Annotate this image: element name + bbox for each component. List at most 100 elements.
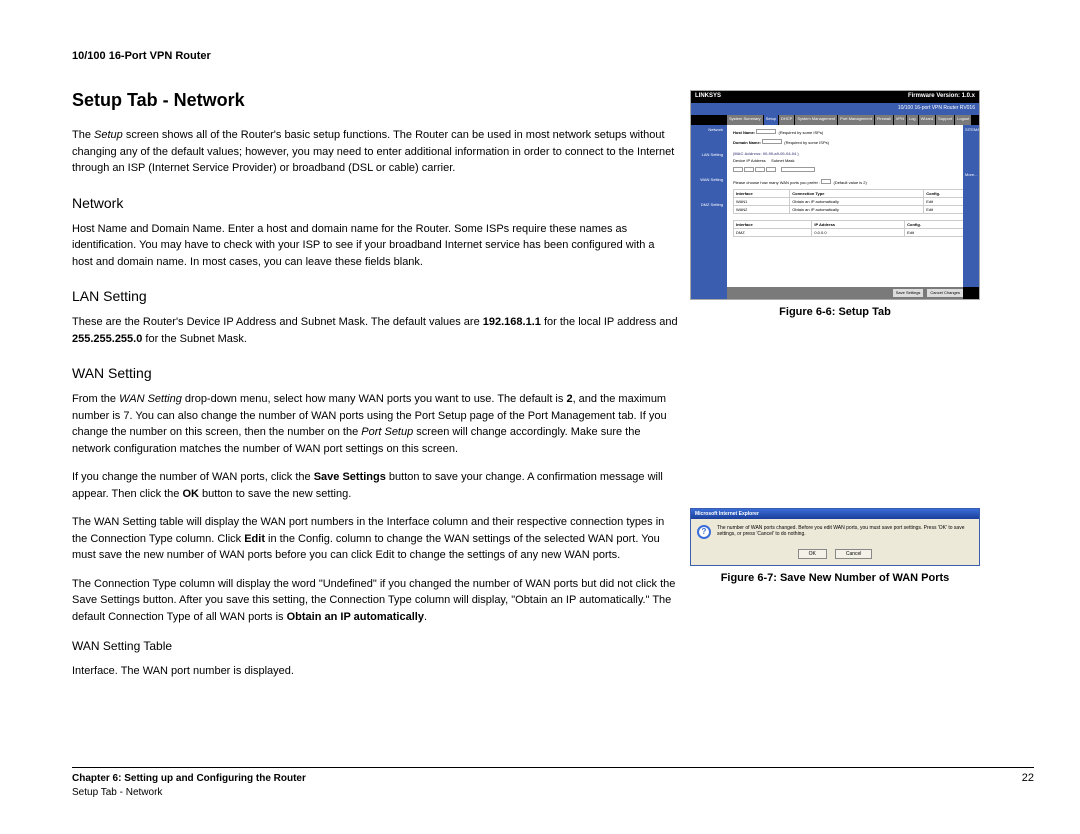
form-area: Host Name: (Required by some ISPs) Domai… xyxy=(727,125,979,300)
cell-ctype: Obtain an IP automatically xyxy=(790,198,924,206)
figure-6-7-caption: Figure 6-7: Save New Number of WAN Ports xyxy=(690,572,980,584)
main-column: Setup Tab - Network The Setup screen sho… xyxy=(72,90,678,692)
cell-ip: 0.0.0.0 xyxy=(812,229,905,237)
page-number: 22 xyxy=(1022,772,1034,784)
text: for the Subnet Mask. xyxy=(142,333,247,345)
cisco-logo xyxy=(963,287,979,299)
text-b: Save Settings xyxy=(314,471,386,483)
lan-ip-octet-4[interactable] xyxy=(766,167,776,172)
wan-p1: From the WAN Setting drop-down menu, sel… xyxy=(72,391,678,457)
text: From the xyxy=(72,393,119,405)
tab-vpn[interactable]: VPN xyxy=(894,115,906,125)
table-row: WAN1 Obtain an IP automatically Edit xyxy=(734,198,973,206)
text: button to save the new setting. xyxy=(199,488,351,500)
bottom-bar: Save Settings Cancel Changes xyxy=(727,287,979,299)
text: The xyxy=(72,129,94,141)
firmware-label: Firmware Version: 1.0.x xyxy=(908,93,975,101)
domain-hint: (Required by some ISPs) xyxy=(784,140,829,145)
tab-log[interactable]: Log xyxy=(907,115,918,125)
wan-prompt-pre: Please choose how many WAN ports you pre… xyxy=(733,180,820,185)
tab-setup[interactable]: Setup xyxy=(764,115,778,125)
dialog-message: The number of WAN ports changed. Before … xyxy=(717,525,973,537)
domain-label: Domain Name: xyxy=(733,140,761,145)
dialog-titlebar: Microsoft Internet Explorer xyxy=(691,509,979,519)
nav-item-network[interactable]: Network xyxy=(693,127,725,132)
lan-mask-select[interactable] xyxy=(781,167,815,172)
network-p1: Host Name and Domain Name. Enter a host … xyxy=(72,221,678,271)
dmz-col-ip: IP Address xyxy=(812,221,905,229)
model-bar: 10/100 16-port VPN Router RV016 xyxy=(691,103,979,115)
lan-p1: These are the Router's Device IP Address… xyxy=(72,314,678,347)
wan-table-heading: WAN Setting Table xyxy=(72,639,678,653)
network-heading: Network xyxy=(72,195,678,211)
wan-p4: The Connection Type column will display … xyxy=(72,576,678,626)
save-settings-button[interactable]: Save Settings xyxy=(893,289,924,297)
sitemap-label: SITEMAP xyxy=(965,127,977,132)
tab-system-summary[interactable]: System Summary xyxy=(727,115,763,125)
intro-paragraph: The Setup screen shows all of the Router… xyxy=(72,127,678,177)
wan-prompt-post: (Default value is 2) xyxy=(833,180,866,185)
text-b: OK xyxy=(182,488,199,500)
dmz-col-interface: Interface xyxy=(734,221,812,229)
tab-wizard[interactable]: Wizard xyxy=(919,115,935,125)
lan-mac-head: (MAC Address: 00-90-a9-00-04-04 ) xyxy=(733,151,973,156)
lan-ip: 192.168.1.1 xyxy=(483,316,541,328)
wan-col-conn-type: Connection Type xyxy=(790,190,924,198)
nav-label-wan-setting: WAN Setting xyxy=(693,177,725,182)
product-header: 10/100 16-Port VPN Router xyxy=(72,50,1034,62)
tab-firewall[interactable]: Firewall xyxy=(875,115,893,125)
text-em: Port Setup xyxy=(361,426,413,438)
wan-p3: The WAN Setting table will display the W… xyxy=(72,514,678,564)
section-title: Setup Tab - Network xyxy=(72,90,678,111)
host-input[interactable] xyxy=(756,129,776,134)
lan-ip-octet-3[interactable] xyxy=(755,167,765,172)
wan-table-p1: Interface. The WAN port number is displa… xyxy=(72,663,678,680)
tab-logout[interactable]: Logout xyxy=(955,115,971,125)
lan-heading: LAN Setting xyxy=(72,288,678,304)
sitemap-panel: SITEMAP More... xyxy=(963,125,979,300)
content-row: Setup Tab - Network The Setup screen sho… xyxy=(72,90,1034,692)
footer-chapter: Chapter 6: Setting up and Configuring th… xyxy=(72,772,306,786)
tab-dhcp[interactable]: DHCP xyxy=(779,115,794,125)
cell-ctype: Obtain an IP automatically xyxy=(790,206,924,214)
text-em: Setup xyxy=(94,129,123,141)
wan-count-select[interactable] xyxy=(821,179,831,184)
more-link[interactable]: More... xyxy=(965,172,977,177)
host-hint: (Required by some ISPs) xyxy=(778,130,823,135)
text: drop-down menu, select how many WAN port… xyxy=(182,393,567,405)
text-b: Obtain an IP automatically xyxy=(287,611,424,623)
cancel-button[interactable]: Cancel xyxy=(835,549,873,559)
cell-iface: DMZ xyxy=(734,229,812,237)
figure-6-6-caption: Figure 6-6: Setup Tab xyxy=(690,306,980,318)
side-column: LINKSYS Firmware Version: 1.0.x 10/100 1… xyxy=(690,90,980,692)
question-icon: ? xyxy=(697,525,711,539)
cell-iface: WAN2 xyxy=(734,206,790,214)
tab-support[interactable]: Support xyxy=(936,115,954,125)
lan-ip-octet-2[interactable] xyxy=(744,167,754,172)
figure-setup-tab: LINKSYS Firmware Version: 1.0.x 10/100 1… xyxy=(690,90,980,300)
domain-input[interactable] xyxy=(762,139,782,144)
tab-port-management[interactable]: Port Management xyxy=(838,115,874,125)
ok-button[interactable]: OK xyxy=(798,549,827,559)
nav-label-lan-setting: LAN Setting xyxy=(693,152,725,157)
brand-logo: LINKSYS xyxy=(695,93,721,101)
text: screen shows all of the Router's basic s… xyxy=(72,129,674,174)
lan-ip-octet-1[interactable] xyxy=(733,167,743,172)
text: These are the Router's Device IP Address… xyxy=(72,316,483,328)
cancel-changes-button[interactable]: Cancel Changes xyxy=(927,289,963,297)
table-row: WAN2 Obtain an IP automatically Edit xyxy=(734,206,973,214)
text-b: Edit xyxy=(244,533,265,545)
lan-ip-label: Device IP Address xyxy=(733,158,766,163)
text: If you change the number of WAN ports, c… xyxy=(72,471,314,483)
page-footer: Chapter 6: Setting up and Configuring th… xyxy=(72,767,1034,800)
text: . xyxy=(424,611,427,623)
host-label: Host Name: xyxy=(733,130,755,135)
figure-save-dialog: Microsoft Internet Explorer ? The number… xyxy=(690,508,980,566)
cell-iface: WAN1 xyxy=(734,198,790,206)
table-row: DMZ 0.0.0.0 Edit xyxy=(734,229,973,237)
footer-section: Setup Tab - Network xyxy=(72,786,306,800)
tab-system-management[interactable]: System Management xyxy=(795,115,837,125)
wan-table: Interface Connection Type Config. WAN1 O… xyxy=(733,189,973,214)
wan-p2: If you change the number of WAN ports, c… xyxy=(72,469,678,502)
top-tabs: System Summary Setup DHCP System Managem… xyxy=(691,115,979,125)
